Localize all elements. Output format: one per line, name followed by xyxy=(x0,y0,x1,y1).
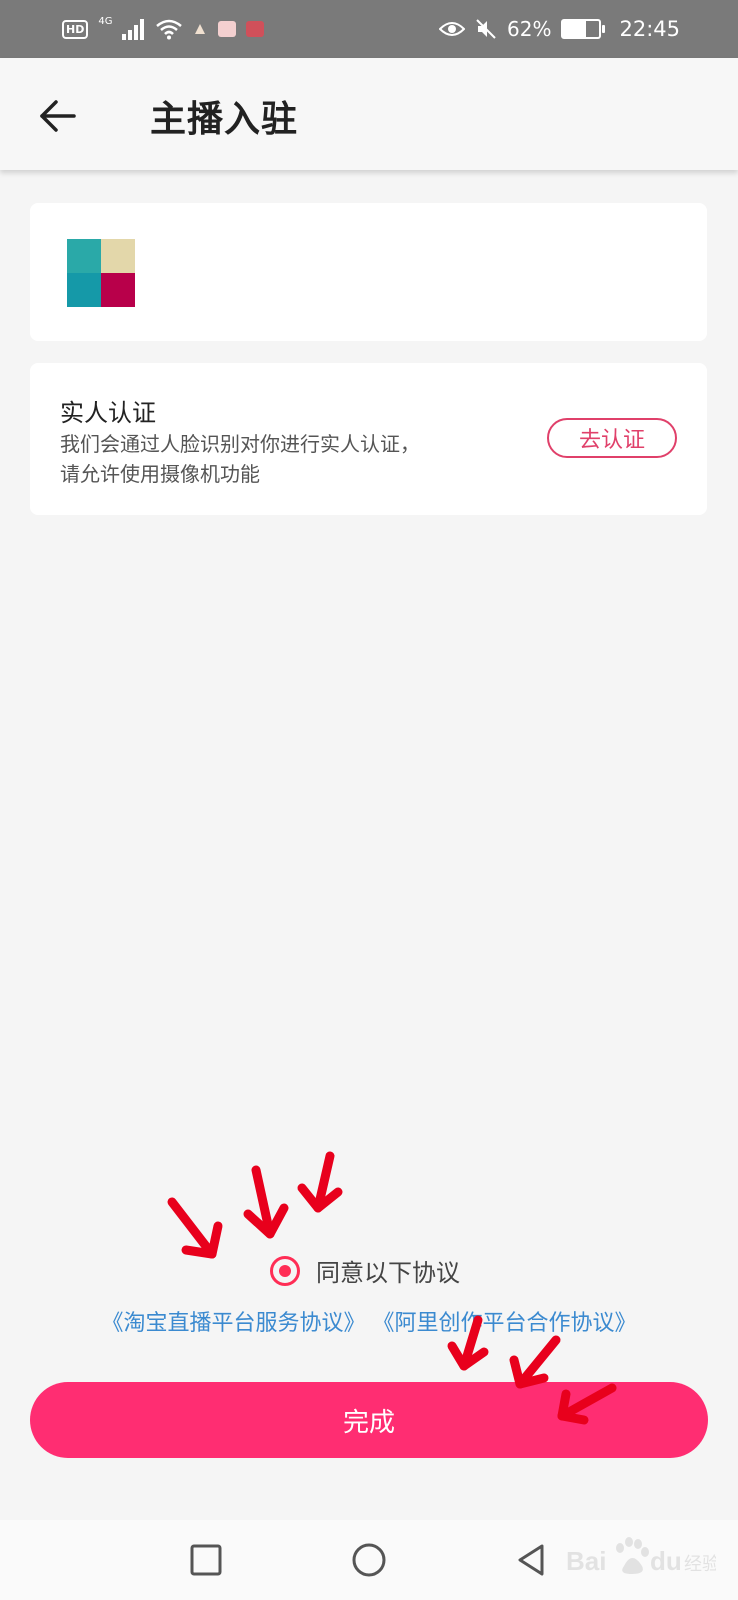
app-notification-icon-2 xyxy=(246,21,265,37)
status-left: HD 4G xyxy=(62,15,265,40)
network-type: 4G xyxy=(98,15,113,27)
verification-card: 实人认证 我们会通过人脸识别对你进行实人认证， 请允许使用摄像机功能 去认证 xyxy=(30,363,707,515)
service-agreement-link[interactable]: 《淘宝直播平台服务协议》 xyxy=(101,1311,365,1336)
hd-badge: HD xyxy=(62,19,89,39)
wifi-icon xyxy=(156,19,183,40)
svg-text:经验: 经验 xyxy=(684,1554,716,1575)
circle-icon xyxy=(352,1543,386,1577)
status-bar: HD 4G 62% 22:45 xyxy=(0,0,738,58)
account-logo xyxy=(67,239,135,307)
app-notification-icon xyxy=(218,21,237,37)
home-button[interactable] xyxy=(349,1540,389,1580)
signal-icon xyxy=(122,19,145,40)
square-icon xyxy=(190,1544,222,1576)
status-time: 22:45 xyxy=(619,17,680,41)
agreement-row[interactable]: 同意以下协议 xyxy=(270,1253,460,1288)
logo-cell xyxy=(67,273,101,307)
logo-cell xyxy=(67,239,101,273)
verification-description-line2: 请允许使用摄像机功能 xyxy=(60,462,260,486)
baidu-watermark: Bai du 经验 xyxy=(566,1537,716,1576)
battery-level xyxy=(563,21,586,37)
arrow-left-icon xyxy=(40,100,76,132)
status-right: 62% 22:45 xyxy=(439,17,680,41)
svg-text:du: du xyxy=(650,1546,682,1576)
app-header: 主播入驻 xyxy=(0,58,738,170)
back-button[interactable] xyxy=(36,94,80,138)
finish-button[interactable]: 完成 xyxy=(30,1382,708,1458)
logo-card xyxy=(30,203,707,341)
page-title: 主播入驻 xyxy=(150,99,299,140)
svg-text:Bai: Bai xyxy=(566,1546,606,1576)
verification-description: 我们会通过人脸识别对你进行实人认证， 请允许使用摄像机功能 xyxy=(60,429,530,489)
annotation-arrow xyxy=(243,1165,289,1239)
verify-button[interactable]: 去认证 xyxy=(547,418,677,458)
notification-icon xyxy=(195,24,206,34)
annotation-arrow xyxy=(297,1151,343,1213)
recent-apps-button[interactable] xyxy=(186,1540,226,1580)
agreement-label: 同意以下协议 xyxy=(316,1259,460,1287)
battery-percent: 62% xyxy=(507,17,552,41)
verification-description-line1: 我们会通过人脸识别对你进行实人认证， xyxy=(60,432,420,456)
logo-cell xyxy=(101,273,135,307)
agreement-links: 《淘宝直播平台服务协议》 《阿里创作平台合作协议》 xyxy=(0,1305,738,1337)
triangle-back-icon xyxy=(518,1544,544,1576)
logo-cell xyxy=(101,239,135,273)
cooperation-agreement-link[interactable]: 《阿里创作平台合作协议》 xyxy=(373,1311,637,1336)
mute-icon xyxy=(476,19,496,39)
battery-icon xyxy=(561,19,606,39)
back-nav-button[interactable] xyxy=(512,1540,552,1580)
agreement-radio[interactable] xyxy=(270,1255,300,1286)
verification-title: 实人认证 xyxy=(60,399,156,427)
eye-icon xyxy=(439,22,466,36)
annotation-arrow xyxy=(509,1335,561,1389)
annotation-arrow xyxy=(167,1197,223,1259)
